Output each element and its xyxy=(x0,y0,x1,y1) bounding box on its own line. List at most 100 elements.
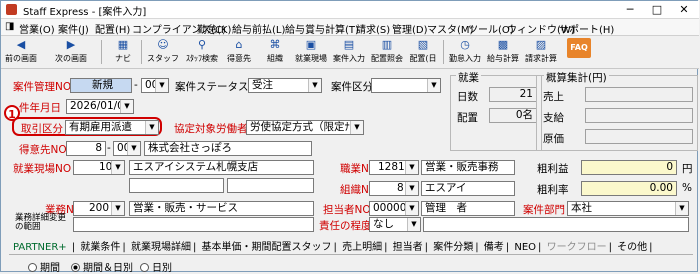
forward-button[interactable]: ▶ 次の画面 xyxy=(53,38,89,68)
dept-label: 案件部門 xyxy=(523,204,565,216)
window-title: Staff Express - [案件入力] xyxy=(23,7,147,18)
manager-name-field[interactable]: 管理 者 xyxy=(421,201,515,216)
organization-button[interactable]: ⌘ 組織 xyxy=(257,38,293,68)
menu-sales[interactable]: 営業(O) xyxy=(19,21,55,36)
customer-no-field[interactable]: 8 xyxy=(66,141,106,156)
tab-neo[interactable]: NEO xyxy=(514,242,536,253)
workplace-icon: ▣ xyxy=(305,38,317,51)
org-name-field[interactable]: エスアイ xyxy=(421,181,515,196)
back-arrow-icon: ◀ xyxy=(16,38,26,51)
menu-attendance[interactable]: 勤怠(K) xyxy=(197,21,231,36)
placement-inquiry-icon: ▥ xyxy=(381,38,393,51)
billing-button[interactable]: ▨ 請求計算 xyxy=(523,38,559,68)
forward-arrow-icon: ▶ xyxy=(66,38,76,51)
business-no-select[interactable]: 200 ▼ xyxy=(73,201,125,216)
site-no-select[interactable]: 10 ▼ xyxy=(73,160,125,175)
menu-master[interactable]: マスタ(M) xyxy=(427,21,473,36)
tab-divider xyxy=(9,254,693,255)
staff-search-button[interactable]: ⚲ ｽﾀｯﾌ検索 xyxy=(184,38,220,68)
gross-profit-unit: 円 xyxy=(682,163,693,175)
chevron-down-icon: ▼ xyxy=(145,121,158,134)
placement-inquiry-button[interactable]: ▥ 配置照会 xyxy=(369,38,405,68)
site-name-field[interactable]: エスアイシステム札幌支店 xyxy=(129,160,314,175)
staff-button[interactable]: ☺ スタッフ xyxy=(145,38,181,68)
menu-support[interactable]: サポート(H) xyxy=(559,21,614,36)
tab-other[interactable]: その他 xyxy=(617,242,647,253)
close-button[interactable]: ✕ xyxy=(671,2,697,17)
attendance-entry-button[interactable]: ◷ 勤怠入力 xyxy=(447,38,483,68)
chevron-down-icon: ▼ xyxy=(405,161,418,174)
tab-unit-price-staff[interactable]: 基本単価・期間配置スタッフ xyxy=(202,242,332,253)
job-name-field[interactable]: 営業・販売事務 xyxy=(421,160,515,175)
detail-field[interactable] xyxy=(73,217,314,232)
labor-select[interactable]: 労使協定方式（限定ﾅ ▼ xyxy=(246,120,364,135)
toolbar-divider xyxy=(443,40,444,64)
customer-button[interactable]: ⌂ 得意先 xyxy=(221,38,257,68)
menu-admin[interactable]: 管理(D) xyxy=(392,21,428,36)
menu-placement[interactable]: 配置(H) xyxy=(95,21,130,36)
radio-daily[interactable]: 日別 xyxy=(140,259,172,274)
tab-work-conditions[interactable]: 就業条件 xyxy=(80,242,120,253)
faq-icon: FAQ xyxy=(567,38,591,58)
case-category-select[interactable]: ▼ xyxy=(371,78,441,93)
menu-payroll[interactable]: 給与賞与計算(T) xyxy=(285,21,359,36)
date-field[interactable]: 2026/01/01 ▼ xyxy=(66,99,134,114)
tab-sales-details[interactable]: 売上明細 xyxy=(342,242,382,253)
tab-case-classification[interactable]: 案件分類 xyxy=(433,242,473,253)
date-label: 件年月日 xyxy=(19,102,61,114)
placement-daily-button[interactable]: ▧ 配置(日 xyxy=(405,38,441,68)
resp-detail-field[interactable] xyxy=(423,217,689,232)
site-extra-field-2[interactable] xyxy=(227,178,314,193)
case-status-label: 案件ステータス xyxy=(175,81,249,93)
profit-rate-label: 粗利率 xyxy=(537,184,569,196)
menu-advance-pay[interactable]: 給与前払(L) xyxy=(232,21,285,36)
radio-period[interactable]: 期間 xyxy=(28,259,60,274)
cost-label: 原価 xyxy=(543,133,564,145)
maximize-button[interactable]: □ xyxy=(644,2,670,17)
site-extra-field-1[interactable] xyxy=(129,178,224,193)
chevron-down-icon: ▼ xyxy=(111,202,124,215)
billing-icon: ▨ xyxy=(535,38,547,51)
navi-button[interactable]: ▦ ナビ xyxy=(105,38,141,68)
customer-name-field[interactable]: 株式会社さっぽろ xyxy=(144,141,312,156)
case-no-field[interactable]: 新規 xyxy=(70,78,132,93)
back-button[interactable]: ◀ 前の画面 xyxy=(3,38,39,68)
tab-partner[interactable]: PARTNER+ xyxy=(13,242,67,253)
manager-label: 担当者NO xyxy=(323,204,371,216)
radio-button-icon xyxy=(28,263,37,272)
app-window: Staff Express - [案件入力] ─ □ ✕ ◨ 営業(O) 案件(… xyxy=(0,0,699,274)
placement-daily-icon: ▧ xyxy=(417,38,429,51)
tab-site-details[interactable]: 就業現場詳細 xyxy=(131,242,191,253)
chevron-down-icon: ▼ xyxy=(427,79,440,92)
tab-workflow[interactable]: ワークフロー xyxy=(547,242,607,253)
manager-no-select[interactable]: 000001 ▼ xyxy=(369,201,419,216)
minimize-button[interactable]: ─ xyxy=(617,2,643,17)
org-no-select[interactable]: 8 ▼ xyxy=(369,181,419,196)
menu-sales-icon: ◨ xyxy=(5,21,15,32)
customer-branch-select[interactable]: 000▼ xyxy=(113,141,141,156)
toolbar: ◀ 前の画面 ▶ 次の画面 ▦ ナビ ☺ スタッフ ⚲ ｽﾀｯﾌ検索 ⌂ 得意先… xyxy=(1,36,699,69)
resp-select[interactable]: なし ▼ xyxy=(369,217,421,232)
case-no-branch-select[interactable]: 000▼ xyxy=(141,78,169,93)
organization-icon: ⌘ xyxy=(269,38,281,51)
job-no-select[interactable]: 1281 ▼ xyxy=(369,160,419,175)
menu-case[interactable]: 案件(J) xyxy=(58,21,89,36)
tab-notes[interactable]: 備考 xyxy=(484,242,504,253)
title-bar: Staff Express - [案件入力] ─ □ ✕ xyxy=(1,1,699,19)
faq-button[interactable]: FAQ xyxy=(561,38,597,68)
menu-billing[interactable]: 請求(S) xyxy=(356,21,390,36)
tab-manager[interactable]: 担当者 xyxy=(393,242,423,253)
radio-period-daily[interactable]: 期間＆日別 xyxy=(71,259,133,274)
case-entry-button[interactable]: ▤ 案件入力 xyxy=(331,38,367,68)
callout-number-badge: 1 xyxy=(4,105,20,121)
dept-select[interactable]: 本社 ▼ xyxy=(567,201,689,216)
sales-label: 売上 xyxy=(543,91,564,103)
workplace-button[interactable]: ▣ 就業現場 xyxy=(293,38,329,68)
case-status-select[interactable]: 受注 ▼ xyxy=(248,78,322,93)
profit-rate-value: 0.00 xyxy=(581,181,677,196)
toolbar-divider xyxy=(101,40,102,64)
business-name-field[interactable]: 営業・販売・サービス xyxy=(129,201,314,216)
trade-select[interactable]: 有期雇用派遣 ▼ xyxy=(65,120,159,135)
payroll-button[interactable]: ▩ 給与計算 xyxy=(485,38,521,68)
chevron-down-icon: ▼ xyxy=(155,79,168,92)
